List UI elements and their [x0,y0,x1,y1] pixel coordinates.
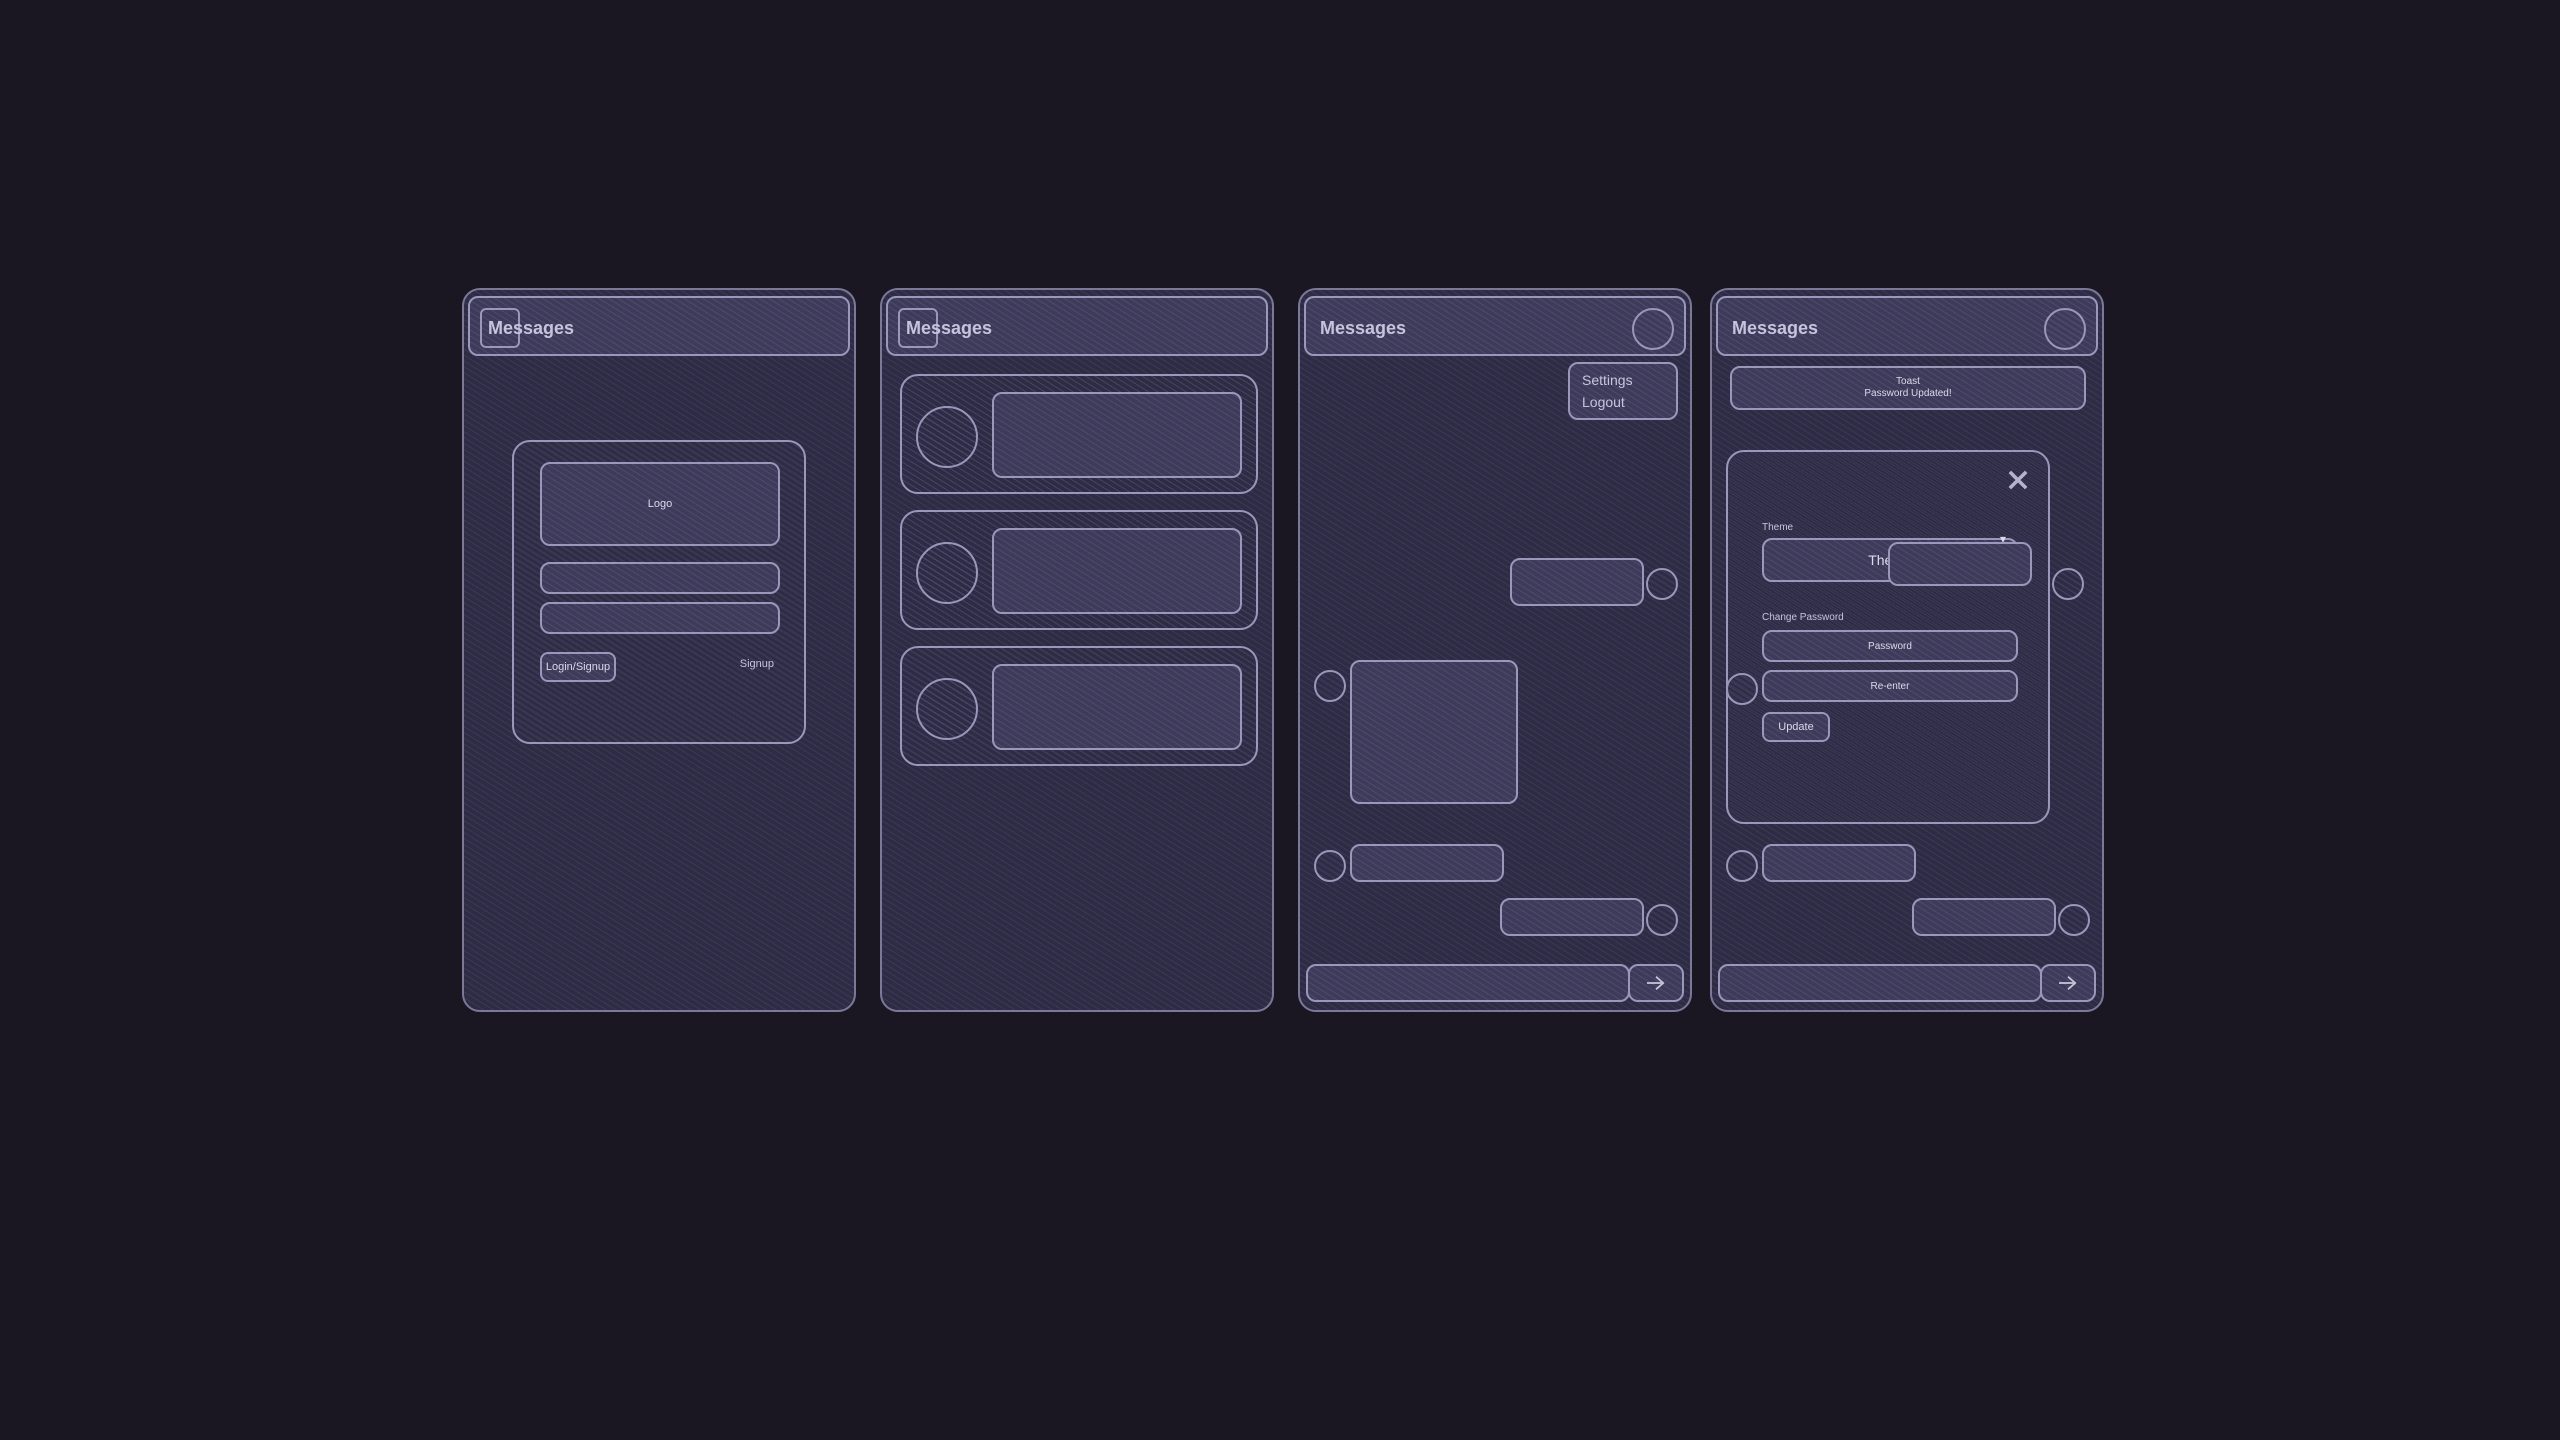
avatar-icon [1314,850,1346,882]
logo-box: Logo [540,462,780,546]
screen-conversations: Messages [880,288,1274,1012]
topbar: Messages [468,296,850,356]
topbar: Messages [886,296,1268,356]
message-received [1350,660,1518,804]
conversation-row[interactable] [900,510,1258,630]
password-input[interactable]: Password [1762,630,2018,662]
avatar-icon [1646,904,1678,936]
login-button[interactable]: Login/Signup [540,652,616,682]
app-title: Messages [1732,318,1818,339]
message-sent [1510,558,1644,606]
user-menu: Settings Logout [1568,362,1678,420]
conversation-preview [992,392,1242,478]
send-icon [1645,974,1667,992]
message-sent [1500,898,1644,936]
screen-settings: Messages Toast Password Updated! Theme T… [1710,288,2104,1012]
compose-input[interactable] [1306,964,1630,1002]
avatar-icon [1726,673,1758,705]
toast-title: Toast [1896,376,1920,388]
conversation-row[interactable] [900,374,1258,494]
conversation-row[interactable] [900,646,1258,766]
avatar-icon [1314,670,1346,702]
send-button[interactable] [1628,964,1684,1002]
topbar: Messages [1304,296,1686,356]
theme-option[interactable] [1888,542,2032,586]
logo-label: Logo [648,498,672,510]
app-title: Messages [488,318,574,339]
message-received [1350,844,1504,882]
send-button[interactable] [2040,964,2096,1002]
toast: Toast Password Updated! [1730,366,2086,410]
message-received [1762,844,1916,882]
user-avatar[interactable] [2044,308,2086,350]
signup-link[interactable]: Signup [740,658,774,670]
screen-login: Messages Logo Login/Signup Signup [462,288,856,1012]
topbar: Messages [1716,296,2098,356]
login-card: Logo Login/Signup Signup [512,440,806,744]
password-confirm-input[interactable]: Re-enter [1762,670,2018,702]
menu-logout[interactable]: Logout [1582,394,1664,410]
avatar-icon [2058,904,2090,936]
app-title: Messages [906,318,992,339]
theme-label: Theme [1762,522,1793,533]
change-password-label: Change Password [1762,612,1844,623]
menu-settings[interactable]: Settings [1582,372,1664,388]
conversation-preview [992,528,1242,614]
user-avatar[interactable] [1632,308,1674,350]
avatar-icon [916,678,978,740]
send-icon [2057,974,2079,992]
message-sent [1912,898,2056,936]
compose-input[interactable] [1718,964,2042,1002]
username-input[interactable] [540,562,780,594]
update-button[interactable]: Update [1762,712,1830,742]
toast-body: Password Updated! [1864,388,1951,400]
avatar-icon [916,406,978,468]
settings-modal: Theme Theme ▾ Change Password Password R… [1726,450,2050,824]
close-icon[interactable] [2004,466,2032,494]
avatar-icon [916,542,978,604]
app-title: Messages [1320,318,1406,339]
conversation-preview [992,664,1242,750]
avatar-icon [1646,568,1678,600]
screen-chat-menu: Messages Settings Logout [1298,288,1692,1012]
avatar-icon [1726,850,1758,882]
avatar-icon [2052,568,2084,600]
password-input[interactable] [540,602,780,634]
